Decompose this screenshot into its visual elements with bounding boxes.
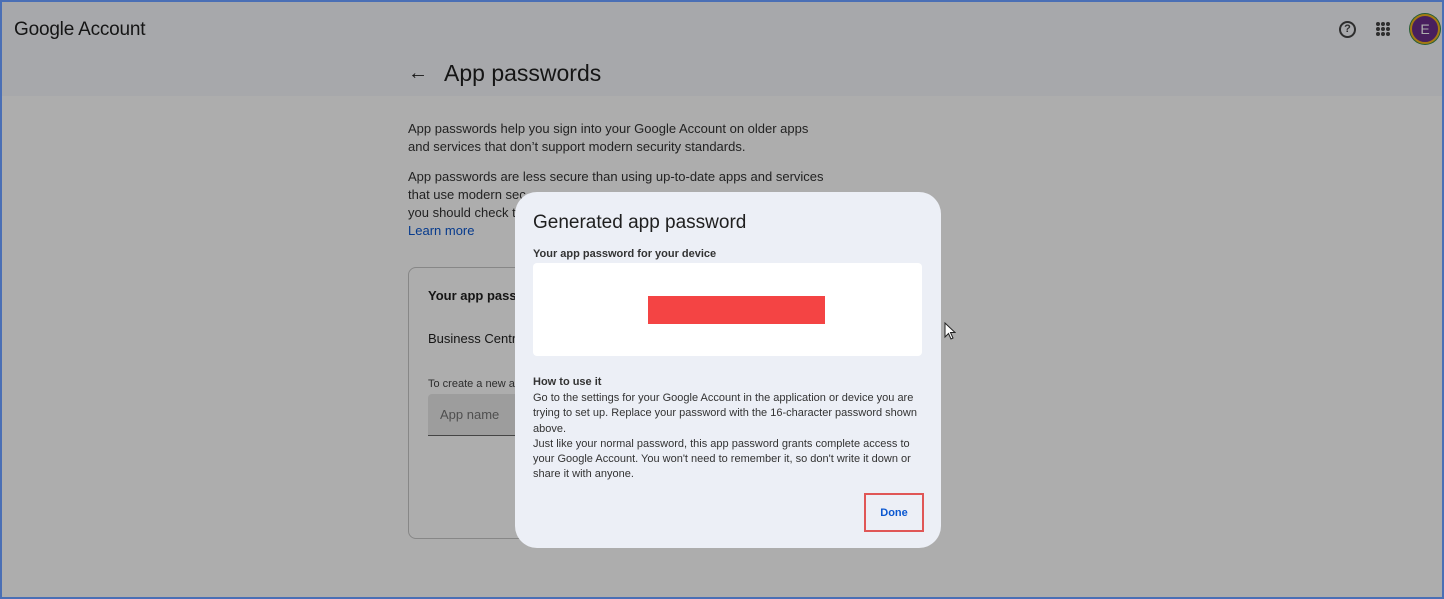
howto-title: How to use it: [533, 376, 602, 388]
password-label: Your app password for your device: [533, 248, 717, 260]
done-button[interactable]: Done: [880, 507, 908, 519]
howto-paragraph-2: Just like your normal password, this app…: [533, 437, 911, 481]
password-box[interactable]: [533, 263, 922, 356]
howto-paragraph-1: Go to the settings for your Google Accou…: [533, 392, 917, 435]
mouse-cursor-icon: [944, 322, 956, 340]
password-redaction: [648, 296, 825, 324]
app-window: Google Account ? E ← App passwords App p…: [0, 0, 1444, 599]
generated-password-dialog: Generated app password Your app password…: [515, 192, 941, 548]
dialog-title: Generated app password: [533, 212, 747, 233]
howto-text: Go to the settings for your Google Accou…: [533, 391, 918, 483]
done-highlight: Done: [864, 493, 924, 532]
